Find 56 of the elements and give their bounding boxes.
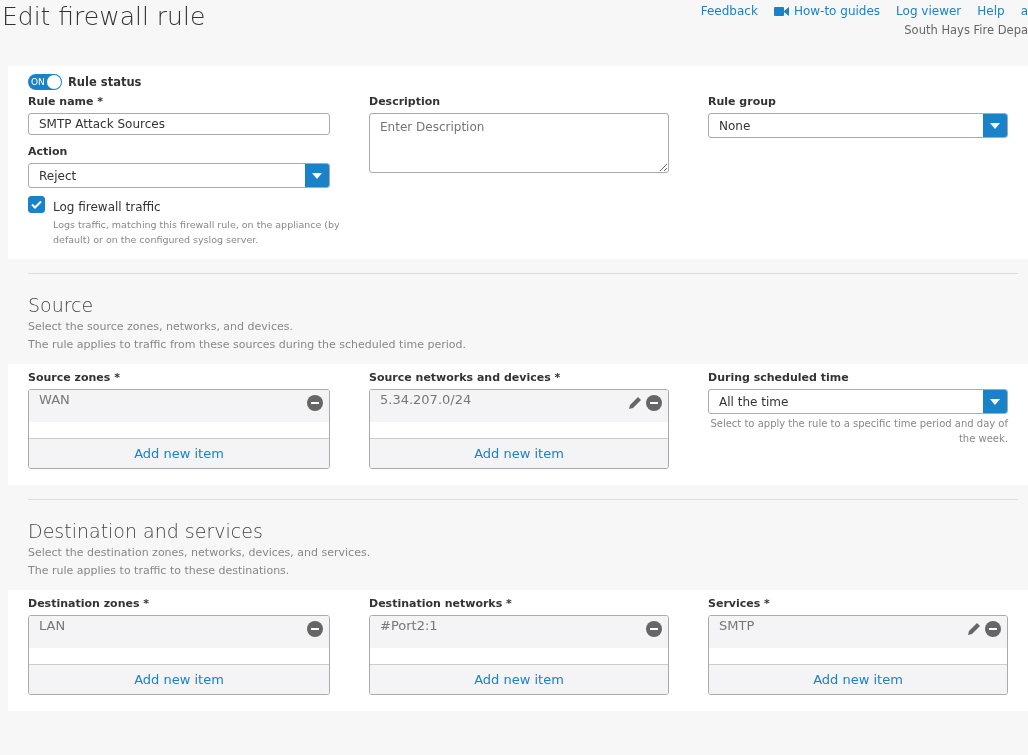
field-hint: Select to apply the rule to a specific time period and day of the week. [709, 417, 1008, 446]
field-label: Source zones * [28, 371, 121, 384]
section-title: Source [28, 294, 95, 316]
field-hint: Logs traffic, matching this firewall rule, on the appliance (by default) or on the configured syslog server. [53, 218, 341, 247]
pencil-icon[interactable] [627, 395, 643, 411]
field-label: Description [369, 95, 442, 108]
caret-icon[interactable] [983, 114, 1007, 137]
add-item-button[interactable]: Add new item [29, 438, 329, 468]
caret-icon[interactable] [305, 164, 329, 187]
field-label: Action [28, 145, 69, 158]
field-label: During scheduled time [708, 371, 850, 384]
section-subtitle: Select the destination zones, networks, devices, and services. [28, 545, 372, 561]
section-subtitle: The rule applies to traffic from these sources during the scheduled time period. [28, 337, 467, 353]
item-text: 5.34.207.0/24 [380, 392, 472, 407]
field-label: Destination networks * [369, 597, 513, 610]
remove-icon[interactable] [646, 395, 662, 411]
add-item-button[interactable]: Add new item [29, 664, 329, 694]
page-title: Edit firewall rule [1, 1, 206, 33]
rule-name-field[interactable]: SMTP Attack Sources [28, 113, 330, 135]
header-link[interactable]: Feedback [700, 4, 758, 18]
account-name: South Hays Fire Depa [904, 23, 1028, 37]
pencil-icon[interactable] [966, 621, 982, 637]
add-item-button[interactable]: Add new item [370, 664, 668, 694]
section-subtitle: The rule applies to traffic to these destinations. [28, 563, 291, 579]
header-link[interactable]: How-to guides [773, 4, 881, 18]
checkbox[interactable] [28, 196, 45, 213]
field-label: Rule group [708, 95, 777, 108]
rule-group-select[interactable]: None [708, 113, 1008, 138]
description-field[interactable]: Enter Description [369, 113, 669, 173]
remove-icon[interactable] [307, 621, 323, 637]
item-text: WAN [39, 392, 70, 407]
toggle-switch[interactable]: ON [28, 74, 62, 90]
checkmark-icon [31, 200, 42, 209]
section-title: Destination and services [28, 520, 264, 542]
add-item-button[interactable]: Add new item [370, 438, 668, 468]
checkbox-label: Log firewall traffic [53, 200, 161, 214]
field-label: Services * [708, 597, 771, 610]
header-link[interactable]: Log viewer [896, 4, 962, 18]
select-field[interactable]: All the time [708, 389, 1008, 414]
field-label: Rule name * [28, 95, 105, 108]
add-item-button[interactable]: Add new item [709, 664, 1007, 694]
action-select[interactable]: Reject [28, 163, 330, 188]
remove-icon[interactable] [307, 395, 323, 411]
caret-icon[interactable] [983, 390, 1007, 413]
remove-icon[interactable] [985, 621, 1001, 637]
item-text: LAN [39, 618, 66, 633]
header-link[interactable]: Help [977, 4, 1005, 18]
header-link[interactable]: a [1020, 4, 1028, 18]
field-label: Source networks and devices * [369, 371, 562, 384]
toggle-label: Rule status [68, 75, 142, 89]
section-subtitle: Select the source zones, networks, and devices. [28, 319, 294, 335]
remove-icon[interactable] [646, 621, 662, 637]
item-text: #Port2:1 [380, 618, 438, 633]
field-label: Destination zones * [28, 597, 151, 610]
item-text: SMTP [719, 618, 755, 633]
video-camera-icon [773, 5, 789, 17]
